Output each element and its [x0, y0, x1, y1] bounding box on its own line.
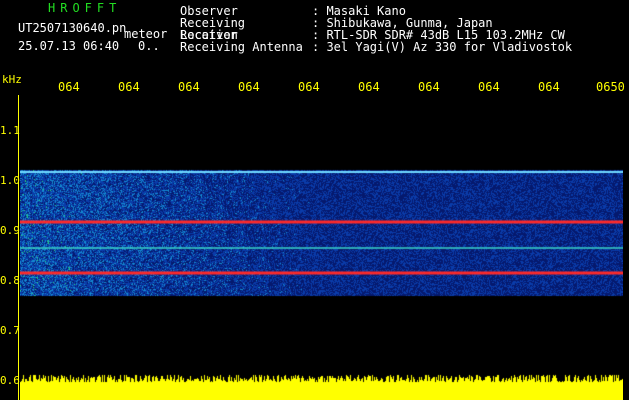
- freq-tick-label: 0.6: [0, 374, 20, 387]
- time-label: 064: [418, 80, 440, 94]
- time-label: 064: [478, 80, 500, 94]
- spectrogram-canvas: [20, 95, 623, 400]
- antenna-label: Receiving Antenna: [180, 40, 303, 54]
- timestamp: 25.07.13 06:40: [18, 39, 120, 53]
- freq-tick-label: 1.0: [0, 174, 20, 187]
- time-label: 064: [298, 80, 320, 94]
- time-label: 064: [58, 80, 80, 94]
- time-label: 064: [118, 80, 140, 94]
- freq-tick-label: 0.8: [0, 274, 20, 287]
- time-label: 0650: [596, 80, 625, 94]
- time-label: 064: [178, 80, 200, 94]
- time-label: 064: [538, 80, 560, 94]
- frequency-axis-line: [18, 95, 19, 400]
- app-brand: HROFFT: [48, 1, 122, 15]
- file-name: UT2507130640.pn: [18, 21, 127, 35]
- freq-tick-label: 0.7: [0, 324, 20, 337]
- axis-unit: kHz: [2, 73, 22, 86]
- freq-tick-label: 1.1: [0, 124, 20, 137]
- time-label: 064: [358, 80, 380, 94]
- extra-label: 0..: [138, 39, 160, 53]
- freq-tick-label: 0.9: [0, 224, 20, 237]
- antenna-value: : 3el Yagi(V) Az 330 for Vladivostok: [312, 40, 573, 54]
- time-label: 064: [238, 80, 260, 94]
